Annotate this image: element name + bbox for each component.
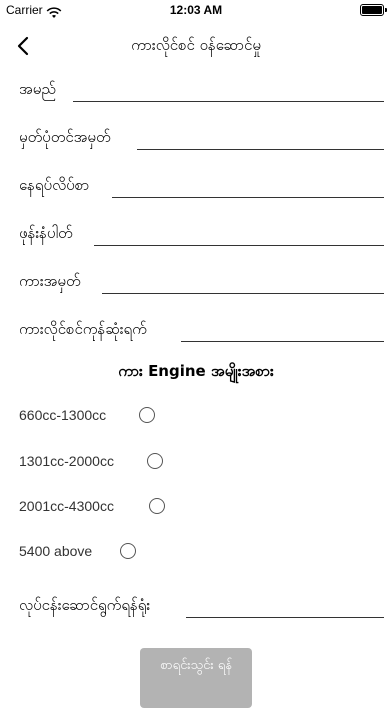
engine-option-label: 5400 above [19, 543, 93, 559]
page-title: ကားလိုင်စင် ဝန်ဆောင်မှု [131, 36, 261, 54]
battery-icon [360, 4, 387, 16]
office-input[interactable] [186, 617, 384, 618]
phone-field[interactable]: ဖုန်းနံပါတ် [19, 222, 384, 252]
navigation-bar: ကားလိုင်စင် ဝန်ဆောင်မှု [0, 28, 392, 64]
name-label: အမည် [19, 80, 56, 98]
office-label: လုပ်ငန်းဆောင်ရွက်ရန်ရုံး [19, 596, 151, 614]
engine-option-label: 660cc-1300cc [19, 407, 107, 423]
address-input[interactable] [112, 197, 384, 198]
name-input[interactable] [73, 101, 384, 102]
clock: 12:03 AM [169, 3, 223, 17]
phone-label: ဖုန်းနံပါတ် [19, 224, 73, 242]
office-field[interactable]: လုပ်ငန်းဆောင်ရွက်ရန်ရုံး [19, 594, 384, 624]
phone-input[interactable] [94, 245, 384, 246]
nrc-input[interactable] [137, 149, 384, 150]
radio-button[interactable] [149, 498, 165, 514]
status-bar: Carrier 12:03 AM [0, 0, 392, 22]
car-number-field[interactable]: ကားအမှတ် [19, 270, 384, 300]
radio-button[interactable] [120, 543, 136, 559]
address-field[interactable]: နေရပ်လိပ်စာ [19, 174, 384, 204]
engine-option-label: 2001cc-4300cc [19, 498, 114, 514]
license-expiry-input[interactable] [181, 341, 384, 342]
submit-button[interactable]: စာရင်းသွင်း ရန် [140, 648, 252, 708]
engine-option-label: 1301cc-2000cc [19, 453, 114, 469]
license-expiry-label: ကားလိုင်စင်ကုန်ဆုံးရက် [19, 320, 147, 338]
car-number-input[interactable] [102, 293, 384, 294]
address-label: နေရပ်လိပ်စာ [19, 176, 90, 194]
license-expiry-field[interactable]: ကားလိုင်စင်ကုန်ဆုံးရက် [19, 318, 384, 348]
nrc-field[interactable]: မှတ်ပုံတင်အမှတ် [19, 126, 384, 156]
car-number-label: ကားအမှတ် [19, 272, 81, 290]
radio-button[interactable] [147, 453, 163, 469]
radio-button[interactable] [139, 407, 155, 423]
nrc-label: မှတ်ပုံတင်အမှတ် [19, 128, 111, 146]
name-field[interactable]: အမည် [19, 78, 384, 108]
engine-type-heading: ကား Engine အမျိုးအစား [118, 362, 274, 380]
